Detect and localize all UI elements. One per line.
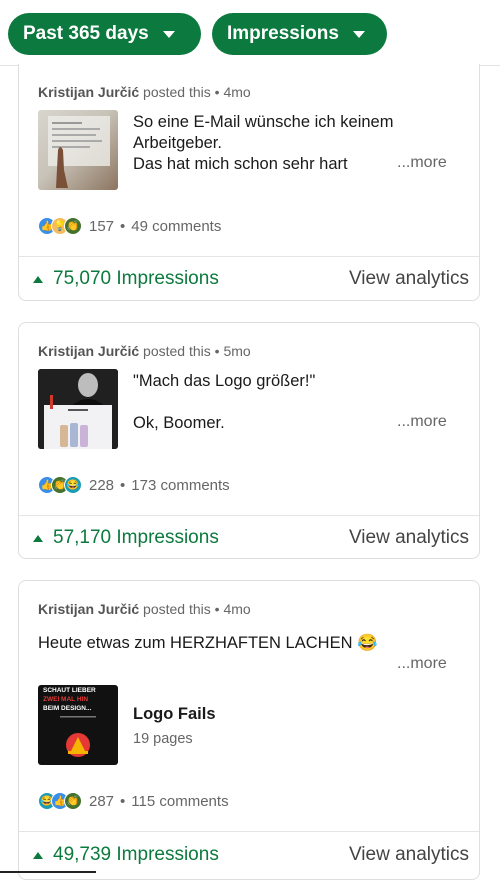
trend-up-icon xyxy=(33,275,43,283)
post-text-line: So eine E-Mail wünsche ich keinem xyxy=(133,113,394,131)
impressions-stat: 49,739 Impressions xyxy=(33,844,219,866)
post-card: Kristijan Jurčić posted this • 4mo So ei… xyxy=(18,64,480,301)
post-text-line xyxy=(133,392,463,413)
caret-down-icon xyxy=(352,30,365,38)
divider xyxy=(19,831,479,832)
document-thumbnail[interactable]: SCHAUT LIEBER ZWEI MAL HIN BEIM DESIGN..… xyxy=(38,685,118,765)
posted-text: posted this xyxy=(143,84,211,100)
post-header: Kristijan Jurčić posted this • 4mo xyxy=(38,601,251,617)
filter-bar: Past 365 days Impressions xyxy=(0,0,500,66)
view-analytics-button[interactable]: View analytics xyxy=(349,844,469,866)
post-text-line: Heute etwas zum HERZHAFTEN LACHEN 😂 xyxy=(38,634,378,652)
funny-icon: 😂 xyxy=(64,476,82,494)
date-range-dropdown[interactable]: Past 365 days xyxy=(8,13,201,55)
post-card: Kristijan Jurčić posted this • 4mo Heute… xyxy=(18,580,480,880)
metric-label: Impressions xyxy=(227,23,339,44)
post-age: 5mo xyxy=(223,343,251,359)
see-more-link[interactable]: ...more xyxy=(397,655,447,673)
logo-illustration-icon xyxy=(60,716,96,757)
impressions-value: 57,170 Impressions xyxy=(53,527,219,548)
post-header: Kristijan Jurčić posted this • 4mo xyxy=(38,84,251,100)
reactions-summary[interactable]: 👍 💡 👏 157 • 49 comments xyxy=(38,216,221,236)
post-image-thumbnail[interactable] xyxy=(38,110,118,190)
reaction-count: 228 xyxy=(89,476,115,494)
celebrate-icon: 👏 xyxy=(64,217,82,235)
reactions-summary[interactable]: 😂 👍 👏 287 • 115 comments xyxy=(38,791,229,811)
post-header: Kristijan Jurčić posted this • 5mo xyxy=(38,343,251,359)
document-title[interactable]: Logo Fails xyxy=(133,705,216,724)
trend-up-icon xyxy=(33,851,43,859)
home-indicator xyxy=(0,871,96,873)
comment-count: 49 comments xyxy=(131,217,222,235)
celebrate-icon: 👏 xyxy=(64,792,82,810)
see-more-link[interactable]: ...more xyxy=(397,413,447,431)
comment-count: 115 comments xyxy=(131,792,229,810)
date-range-label: Past 365 days xyxy=(23,23,149,44)
impressions-stat: 57,170 Impressions xyxy=(33,527,219,549)
comment-count: 173 comments xyxy=(131,476,230,494)
post-text-line: "Mach das Logo größer!" xyxy=(133,372,316,390)
author-name[interactable]: Kristijan Jurčić xyxy=(38,84,139,100)
trend-up-icon xyxy=(33,534,43,542)
metric-dropdown[interactable]: Impressions xyxy=(212,13,387,55)
divider xyxy=(19,256,479,257)
reaction-count: 157 xyxy=(89,217,115,235)
impressions-value: 49,739 Impressions xyxy=(53,844,219,865)
caret-down-icon xyxy=(162,30,175,38)
phone-ad-image xyxy=(38,369,118,449)
reaction-count: 287 xyxy=(89,792,115,810)
email-screenshot-image xyxy=(48,116,110,188)
impressions-value: 75,070 Impressions xyxy=(53,268,219,289)
view-analytics-button[interactable]: View analytics xyxy=(349,527,469,549)
reactions-summary[interactable]: 👍 👏 😂 228 • 173 comments xyxy=(38,475,230,495)
posted-text: posted this xyxy=(143,601,211,617)
divider xyxy=(19,515,479,516)
author-name[interactable]: Kristijan Jurčić xyxy=(38,343,139,359)
post-text-line: Arbeitgeber. xyxy=(133,134,222,152)
see-more-link[interactable]: ...more xyxy=(397,154,447,172)
post-text[interactable]: Heute etwas zum HERZHAFTEN LACHEN 😂 xyxy=(38,633,468,654)
author-name[interactable]: Kristijan Jurčić xyxy=(38,601,139,617)
view-analytics-button[interactable]: View analytics xyxy=(349,268,469,290)
post-age: 4mo xyxy=(223,84,251,100)
document-pages: 19 pages xyxy=(133,731,193,747)
post-card: Kristijan Jurčić posted this • 5mo "Mach… xyxy=(18,322,480,559)
posted-text: posted this xyxy=(143,343,211,359)
post-image-thumbnail[interactable] xyxy=(38,369,118,449)
impressions-stat: 75,070 Impressions xyxy=(33,268,219,290)
post-age: 4mo xyxy=(223,601,251,617)
